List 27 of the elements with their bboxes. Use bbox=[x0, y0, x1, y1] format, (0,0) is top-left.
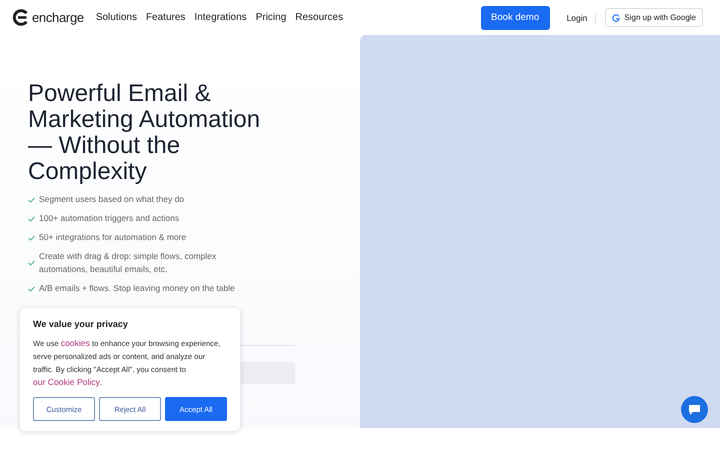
google-signup-button[interactable]: Sign up with Google bbox=[605, 8, 703, 27]
chat-icon bbox=[688, 404, 701, 416]
cookie-link[interactable]: our Cookie Policy bbox=[33, 377, 100, 388]
nav-link[interactable]: Features bbox=[146, 12, 186, 23]
nav-link[interactable]: Solutions bbox=[96, 12, 137, 23]
nav-link[interactable]: Integrations bbox=[194, 12, 247, 23]
check-icon bbox=[28, 260, 35, 266]
check-icon bbox=[28, 216, 35, 222]
hero-title: Powerful Email & Marketing Automation — Without the Complexity bbox=[28, 81, 262, 185]
nav-link[interactable]: Pricing bbox=[256, 12, 286, 23]
cookie-title: We value your privacy bbox=[33, 319, 129, 329]
feature-text: 50+ integrations for automation & more bbox=[39, 231, 188, 244]
logo-icon bbox=[12, 9, 29, 26]
cookie-link[interactable]: cookies bbox=[60, 338, 90, 348]
feature-text: Create with drag & drop: simple flows, complex automations, beautiful emails, etc. bbox=[39, 250, 218, 276]
login-link[interactable]: Login bbox=[566, 12, 596, 22]
feature-text: Segment users based on what they do bbox=[39, 193, 186, 206]
form-field[interactable] bbox=[241, 362, 295, 384]
check-icon bbox=[28, 286, 35, 292]
google-icon bbox=[612, 14, 620, 22]
feature-text: 100+ automation triggers and actions bbox=[39, 212, 180, 225]
logo-text[interactable]: encharge bbox=[32, 10, 84, 25]
check-icon bbox=[28, 196, 35, 202]
feature-text: A/B emails + flows. Stop leaving money on the table bbox=[39, 282, 236, 295]
book-demo-button[interactable]: Book demo bbox=[480, 6, 550, 30]
nav-link[interactable]: Resources bbox=[295, 12, 344, 23]
check-icon bbox=[28, 234, 35, 240]
